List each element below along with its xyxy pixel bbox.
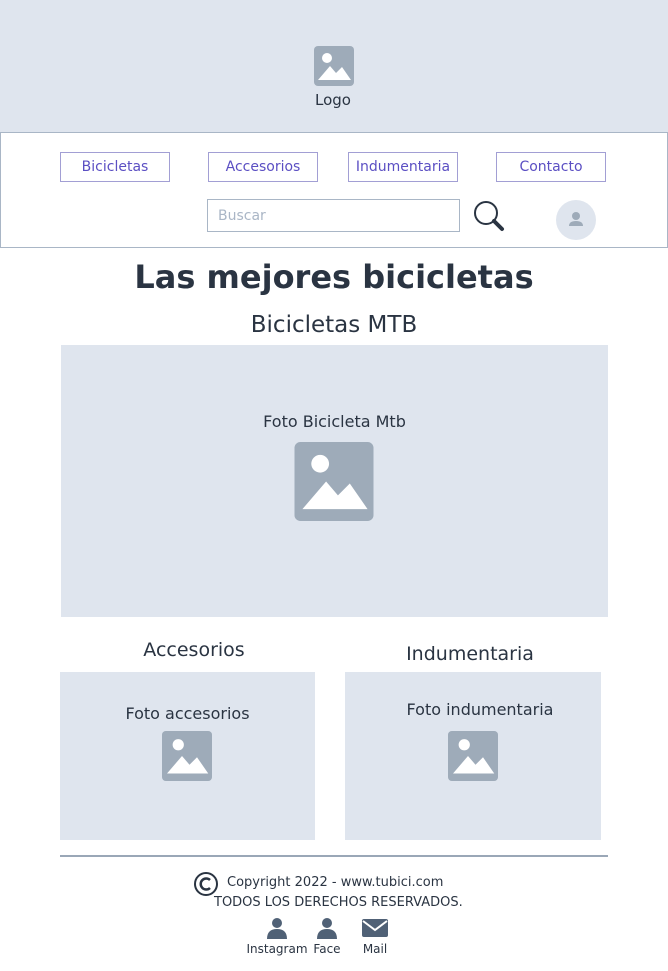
copyright-text: Copyright 2022 - www.tubici.com [227,875,444,890]
nav-bicicletas-button[interactable]: Bicicletas [60,152,170,182]
accesorios-section-title: Accesorios [143,639,245,661]
instagram-link[interactable]: Instagram [246,917,308,956]
page-title: Las mejores bicicletas [134,258,534,296]
rights-text: TODOS LOS DERECHOS RESERVADOS. [214,895,463,910]
face-link[interactable]: Face [310,917,344,956]
mail-link[interactable]: Mail [358,917,392,956]
logo-label: Logo [315,91,351,109]
copyright-icon [194,872,218,896]
image-placeholder-icon [448,731,498,781]
search-icon[interactable] [472,200,506,234]
person-icon [317,918,337,939]
nav-accesorios-button[interactable]: Accesorios [208,152,318,182]
mtb-photo-caption: Foto Bicicleta Mtb [263,412,406,431]
nav-contacto-button[interactable]: Contacto [496,152,606,182]
image-placeholder-icon [294,442,374,521]
instagram-label: Instagram [246,942,308,956]
search-input[interactable] [207,199,460,232]
mail-label: Mail [362,942,388,956]
mail-icon [362,919,388,937]
user-avatar[interactable] [556,200,596,240]
nav-indumentaria-button[interactable]: Indumentaria [348,152,458,182]
accesorios-photo-caption: Foto accesorios [125,704,250,723]
face-label: Face [313,942,341,956]
user-icon [569,212,583,226]
image-placeholder-icon [162,731,212,781]
person-icon [267,918,287,939]
logo-image-icon[interactable] [314,46,354,86]
mtb-section-title: Bicicletas MTB [250,312,418,338]
footer-divider [60,855,608,857]
indumentaria-photo-caption: Foto indumentaria [406,700,554,719]
indumentaria-section-title: Indumentaria [406,643,534,665]
